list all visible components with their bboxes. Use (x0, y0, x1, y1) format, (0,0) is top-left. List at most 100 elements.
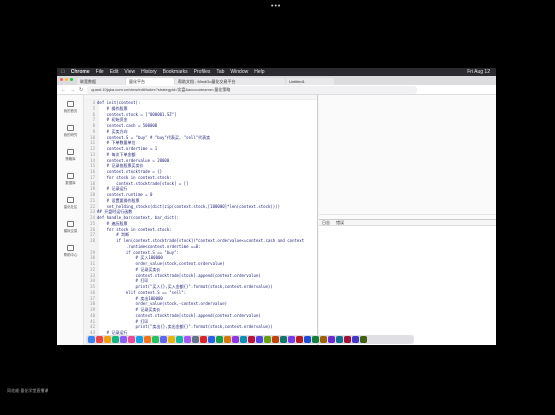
code-text: context.runtime = 0 (97, 192, 153, 197)
dock-app-icon[interactable] (320, 336, 327, 343)
menu-edit[interactable]: Edit (110, 69, 119, 75)
tab-log[interactable]: 日志 (322, 220, 330, 226)
menu-profiles[interactable]: Profiles (194, 69, 211, 75)
dock-app-icon[interactable] (296, 336, 303, 343)
sidebar-item-help[interactable]: 帮助中心 (57, 245, 84, 257)
sidebar-item-home[interactable]: 我的首页 (57, 101, 84, 113)
strategy-icon (67, 149, 74, 155)
code-text: # 记录运行 (97, 186, 128, 192)
browser-tab[interactable]: 帮助文档 - MindGo量化交易平台 (175, 78, 285, 85)
code-text: # 遍历股票 (97, 220, 128, 226)
result-chart-area (319, 95, 496, 215)
sidebar-item-label: 数据库 (65, 181, 76, 185)
minimize-window-icon[interactable] (65, 78, 68, 81)
data-icon (67, 173, 74, 179)
dock-app-icon[interactable] (336, 336, 343, 343)
mac-dock (86, 335, 414, 344)
dock-app-icon[interactable] (280, 336, 287, 343)
code-text: # 每次下单金额 (97, 151, 136, 157)
sidebar-item-label: 模拟交易 (63, 229, 78, 233)
menubar-clock[interactable]: Fri Aug 12 (467, 69, 490, 75)
forward-icon[interactable]: → (70, 87, 75, 93)
menu-chrome[interactable]: Chrome (71, 69, 90, 75)
dock-app-icon[interactable] (248, 336, 255, 343)
sidebar-item-community[interactable]: 量化社区 (57, 197, 84, 209)
dock-app-icon[interactable] (216, 336, 223, 343)
menu-history[interactable]: History (141, 69, 157, 75)
code-text: # 打印 (97, 278, 149, 284)
dock-app-icon[interactable] (136, 336, 143, 343)
camera-label: 同花顺·量化学堂直播课 (7, 388, 49, 393)
dock-app-icon[interactable] (272, 336, 279, 343)
research-icon (67, 125, 74, 131)
code-text: context.S = "buy" # "buy"代表买, "sell"代表卖 (97, 134, 211, 140)
code-text: context.stocktrade = {} (97, 169, 163, 174)
dock-app-icon[interactable] (240, 336, 247, 343)
dock-app-icon[interactable] (120, 336, 127, 343)
dock-app-icon[interactable] (192, 336, 199, 343)
menu-file[interactable]: File (96, 69, 104, 75)
code-editor[interactable]: 4 def init(context): 5 # 操作股票 6 context.sto… (85, 95, 318, 345)
code-text: context.stocktrade[stock] = [] (97, 180, 189, 186)
dock-app-icon[interactable] (200, 336, 207, 343)
video-frame: •••  Chrome File Edit View History Book… (0, 0, 555, 415)
code-text: # 初始资金 (97, 117, 128, 123)
dock-app-icon[interactable] (104, 336, 111, 343)
dock-app-icon[interactable] (160, 336, 167, 343)
code-text: # 记录买卖价 (97, 266, 161, 272)
code-text: # 卖出100000 (97, 295, 163, 301)
dock-app-icon[interactable] (128, 336, 135, 343)
code-text: order_value(stock,-context.ordervalue) (97, 301, 228, 307)
code-text: order_value(stock,context.ordervalue) (97, 261, 225, 266)
dock-app-icon[interactable] (352, 336, 359, 343)
code-text: # 买入100000 (97, 255, 163, 261)
sidebar-item-trade[interactable]: 模拟交易 (57, 221, 84, 233)
menu-view[interactable]: View (124, 69, 135, 75)
dock-app-icon[interactable] (360, 336, 367, 343)
tab-error[interactable]: 错误 (336, 220, 344, 226)
dock-app-icon[interactable] (232, 336, 239, 343)
menu-help[interactable]: Help (254, 69, 264, 75)
url-field[interactable]: quant.10jqka.com.cn/view/edit/index?stra… (87, 85, 418, 94)
dock-app-icon[interactable] (328, 336, 335, 343)
sidebar-item-research[interactable]: 我的研究 (57, 125, 84, 137)
dock-app-icon[interactable] (168, 336, 175, 343)
sidebar-item-data[interactable]: 数据库 (57, 173, 84, 185)
sidebar-item-strategy[interactable]: 策略库 (57, 149, 84, 161)
reload-icon[interactable]: ↻ (79, 87, 83, 93)
maximize-window-icon[interactable] (70, 78, 73, 81)
dock-app-icon[interactable] (88, 336, 95, 343)
code-text: # 记录各股票买卖价 (97, 163, 144, 169)
code-text: # 打印 (97, 318, 149, 324)
menu-tab[interactable]: Tab (216, 69, 224, 75)
dock-app-icon[interactable] (264, 336, 271, 343)
close-window-icon[interactable] (60, 78, 63, 81)
dock-app-icon[interactable] (208, 336, 215, 343)
browser-tab-strip: 联宽数据 量化平台 帮助文档 - MindGo量化交易平台 Untitled1 (57, 76, 496, 85)
dock-app-icon[interactable] (96, 336, 103, 343)
apple-icon[interactable]:  (61, 69, 65, 75)
code-text: context.stock = ["000001.SZ"] (97, 111, 177, 117)
dock-app-icon[interactable] (344, 336, 351, 343)
menu-bookmarks[interactable]: Bookmarks (163, 69, 188, 75)
browser-tab-active[interactable]: 量化平台 (126, 78, 174, 85)
dock-app-icon[interactable] (312, 336, 319, 343)
dock-app-icon[interactable] (224, 336, 231, 343)
dock-app-icon[interactable] (144, 336, 151, 343)
dock-app-icon[interactable] (176, 336, 183, 343)
code-text: elif context.S == "sell": (97, 289, 187, 295)
dock-app-icon[interactable] (288, 336, 295, 343)
back-icon[interactable]: ← (61, 87, 66, 93)
browser-tab[interactable]: 联宽数据 (77, 78, 125, 85)
menu-window[interactable]: Window (230, 69, 248, 75)
code-text: # 设置要操作股票 (97, 197, 140, 203)
dock-app-icon[interactable] (304, 336, 311, 343)
browser-tab[interactable]: Untitled1 (286, 78, 334, 85)
dock-app-icon[interactable] (256, 336, 263, 343)
log-output (319, 226, 496, 345)
log-tab-strip: 日志 错误 (319, 219, 496, 226)
dock-app-icon[interactable] (184, 336, 191, 343)
code-text: .runtime<context.ordertime ==0: (97, 243, 201, 249)
dock-app-icon[interactable] (112, 336, 119, 343)
dock-app-icon[interactable] (152, 336, 159, 343)
